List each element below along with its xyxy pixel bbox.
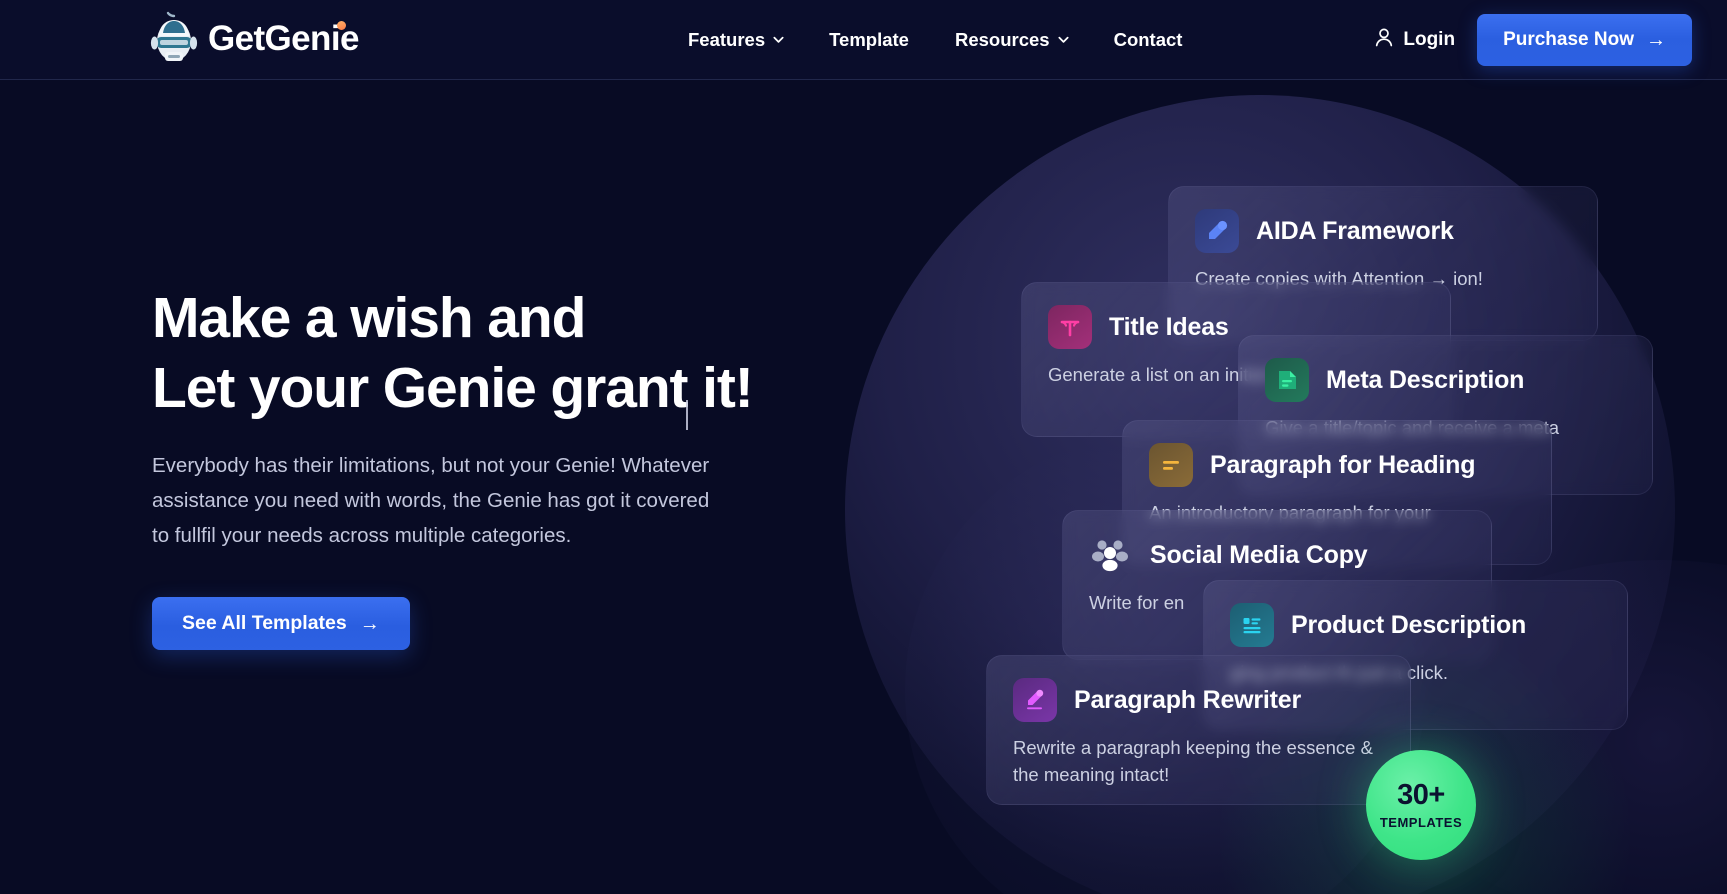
pencil-rewrite-icon [1013, 678, 1057, 722]
card-header: Paragraph for Heading [1149, 443, 1525, 487]
card-header: Product Description [1230, 603, 1601, 647]
hero-page: GetGenie Features Template Resources Con… [0, 0, 1727, 894]
templates-count-badge: 30+ TEMPLATES [1366, 750, 1476, 860]
card-header: Meta Description [1265, 358, 1626, 402]
chevron-down-icon [1057, 33, 1069, 44]
brand-accent-dot-icon [336, 21, 346, 30]
see-all-templates-label: See All Templates [182, 612, 347, 634]
nav-label-template: Template [829, 29, 909, 50]
brand-name: GetGenie [208, 19, 359, 59]
nav-label-features: Features [688, 29, 766, 50]
nav-item-contact[interactable]: Contact [1091, 0, 1206, 80]
see-all-templates-button[interactable]: See All Templates → [152, 597, 410, 650]
page-title: Make a wish and Let your Genie grant it! [152, 283, 872, 423]
nav-label-contact: Contact [1113, 29, 1183, 50]
pen-edit-icon [1195, 209, 1239, 253]
login-link[interactable]: Login [1360, 27, 1469, 54]
hero-content: Make a wish and Let your Genie grant it!… [152, 283, 872, 650]
site-header: GetGenie Features Template Resources Con… [0, 0, 1727, 80]
header-actions: Login Purchase Now → [1360, 0, 1692, 80]
text-cursor-artifact [686, 400, 688, 430]
card-description: Rewrite a paragraph keeping the essence … [1013, 737, 1373, 785]
login-label: Login [1403, 29, 1456, 50]
card-title: Social Media Copy [1150, 540, 1368, 569]
templates-count-value: 30+ [1397, 778, 1445, 811]
card-title: Product Description [1291, 610, 1527, 639]
nav-item-features[interactable]: Features [665, 0, 806, 80]
title-t-icon [1048, 305, 1092, 349]
card-title: Meta Description [1326, 365, 1525, 394]
card-title: Paragraph Rewriter [1074, 685, 1302, 714]
purchase-now-label: Purchase Now [1503, 29, 1634, 50]
card-header: AIDA Framework [1195, 209, 1571, 253]
headline-line-1: Make a wish and [152, 286, 586, 350]
headline-line-2: Let your Genie grant it! [152, 356, 754, 420]
main-navigation: Features Template Resources Contact [665, 0, 1205, 80]
templates-count-label: TEMPLATES [1379, 814, 1463, 830]
card-header: Paragraph Rewriter [1013, 678, 1384, 722]
id-card-icon [1230, 603, 1274, 647]
user-icon [1374, 27, 1394, 54]
card-title: Title Ideas [1109, 312, 1229, 341]
people-group-icon [1089, 533, 1133, 577]
card-title: Paragraph for Heading [1210, 450, 1476, 479]
chevron-down-icon [772, 33, 784, 44]
template-card-paragraph-rewriter[interactable]: Paragraph Rewriter Rewrite a paragraph k… [986, 655, 1411, 805]
nav-label-resources: Resources [954, 29, 1050, 50]
hero-subtext: Everybody has their limitations, but not… [152, 454, 710, 547]
nav-item-resources[interactable]: Resources [932, 0, 1091, 80]
document-lines-icon [1265, 358, 1309, 402]
card-header: Social Media Copy [1089, 533, 1465, 577]
card-title: AIDA Framework [1256, 216, 1454, 245]
text-lines-icon [1149, 443, 1193, 487]
arrow-right-icon: → [359, 612, 380, 635]
arrow-right-icon: → [1646, 29, 1666, 51]
nav-item-template[interactable]: Template [806, 0, 932, 80]
genie-robot-logo-icon [150, 11, 198, 67]
purchase-now-button[interactable]: Purchase Now → [1477, 14, 1692, 66]
brand-logo[interactable]: GetGenie [150, 11, 359, 67]
